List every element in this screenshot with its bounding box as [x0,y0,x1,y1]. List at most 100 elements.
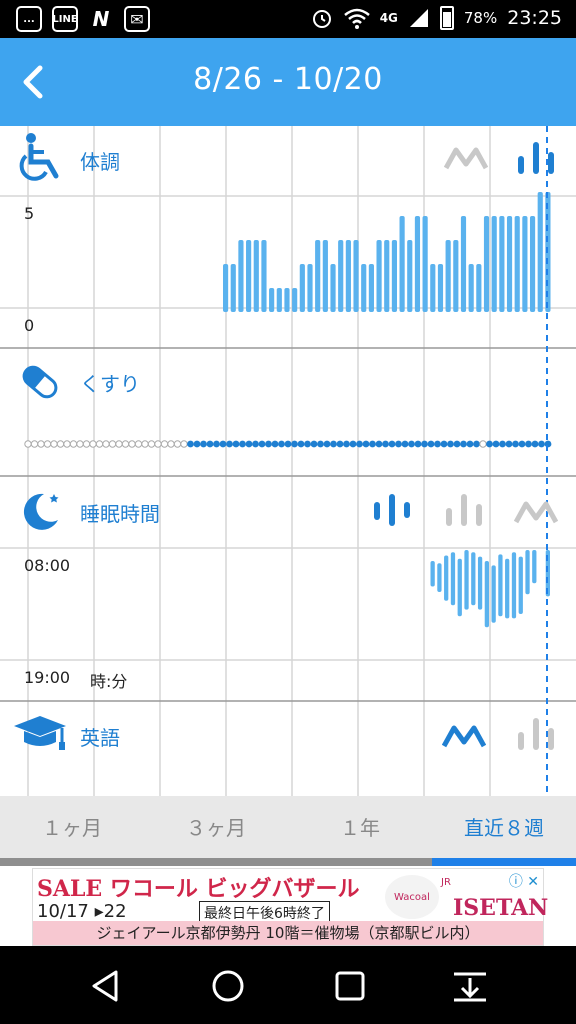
sleep-bar [511,552,517,619]
medicine-dot-taken [388,440,396,448]
tab-indicator-active [432,858,576,866]
medicine-dot-missed [56,440,65,448]
medicine-dot-taken [518,440,526,448]
tab-1-year[interactable]: １年 [288,796,432,860]
medicine-dot-taken [499,440,506,448]
ad-brand: ISETAN [453,895,549,921]
condition-bar [506,216,513,312]
condition-bar [529,216,536,312]
condition-bar [414,216,421,312]
condition-bar [284,288,290,312]
ad-sale-text: SALE ワコール ビッグバザール [37,876,360,902]
system-nav-bar [0,946,576,1024]
ad-banner[interactable]: SALE ワコール ビッグバザール 10/17 ▸22 最終日午後6時終了 Wa… [32,868,548,946]
tab-1-month[interactable]: １ヶ月 [0,796,144,860]
medicine-dot-taken [382,440,389,448]
medicine-dots [24,440,552,448]
medicine-dot-missed [95,440,104,448]
condition-bar [299,264,305,312]
medicine-dot-taken [265,440,272,448]
medicine-dot-taken [226,440,233,448]
medicine-dot-missed [134,440,143,448]
condition-bar [437,264,444,312]
recents-square-icon[interactable] [330,966,370,1006]
medicine-dot-taken [245,440,253,448]
ad-dates: 10/17 ▸22 [37,901,127,922]
sleep-unit: 時:分 [90,672,128,691]
sleep-bar [505,558,510,619]
condition-bar [445,240,451,312]
range-chart-icon[interactable] [372,492,412,528]
bar-chart-icon[interactable] [516,716,556,752]
medicine-dot-missed [30,440,39,448]
condition-bar [399,216,405,312]
alarm-icon [312,10,331,28]
clock: 23:25 [507,7,562,29]
medicine-dot-taken [414,440,422,448]
medicine-dot-taken [278,440,285,448]
medicine-dot-taken [473,440,480,448]
medicine-dot-taken [512,440,519,448]
medicine-dot-taken [317,440,324,448]
medicine-dot-missed [108,440,117,448]
condition-bar [223,264,229,312]
notification-pull-icon[interactable] [450,966,490,1006]
line-chart-icon[interactable] [514,498,558,526]
ad-info-close-icon[interactable]: ⓘ ✕ [509,871,539,891]
medicine-dot-missed [173,440,182,448]
condition-bar [422,216,428,312]
mail-icon: ✉ [124,6,150,32]
medicine-dot-missed [24,440,32,448]
condition-bar [476,264,482,312]
sleep-bar [532,550,537,584]
news-app-icon: N [92,7,110,31]
sleep-bar [444,555,449,601]
medicine-dot-missed [128,440,136,448]
line-chart-icon[interactable] [442,722,486,750]
condition-bar [483,216,490,312]
bar-chart-icon[interactable] [516,140,556,176]
medicine-dot-taken [447,440,454,448]
sleep-bar [518,556,523,614]
medicine-dot-taken [356,440,363,448]
medicine-dot-missed [167,440,175,448]
condition-bar [514,216,520,312]
medicine-dot-taken [460,440,467,448]
bar-chart-icon[interactable] [444,492,484,528]
back-triangle-icon[interactable] [86,966,126,1006]
sleep-y-bottom: 19:00 [24,668,71,687]
condition-bar [292,288,298,312]
chart-area[interactable]: 体調 5 0 くすり 睡眠時間 08:00 19:00 時:分 英語 [0,126,576,796]
moon-icon [23,493,59,530]
medicine-dot-taken [213,440,220,448]
sleep-bar [450,552,456,606]
condition-bar [376,240,382,312]
medicine-dot-taken [239,440,246,448]
medicine-dot-taken [200,440,207,448]
medicine-dot-taken [408,440,415,448]
medicine-dot-taken [505,440,513,448]
medicine-dot-missed [115,440,123,448]
condition-bar [407,240,413,312]
condition-bar [460,216,467,312]
date-range-title: 8/26 - 10/20 [193,62,383,97]
sleep-bar [471,552,476,606]
graduation-cap-icon [14,716,66,750]
medicine-dot-taken [219,440,227,448]
ad-jr: JR [441,877,451,888]
more-notifications-icon: ... [16,6,42,32]
condition-bar [391,240,398,312]
medicine-dot-taken [453,440,461,448]
home-circle-icon[interactable] [208,966,248,1006]
sleep-bar [477,556,483,610]
sleep-bar [484,561,489,628]
condition-bar [230,264,236,312]
medicine-dot-missed [43,440,52,448]
tab-3-months[interactable]: ３ヶ月 [144,796,288,860]
line-chart-icon[interactable] [444,144,488,172]
app-header: 8/26 - 10/20 [0,38,576,126]
tab-recent-8-weeks[interactable]: 直近８週 [432,796,576,860]
ad-brand-badge: Wacoal [385,875,439,919]
sleep-bar [491,565,496,623]
medicine-dot-missed [121,440,130,448]
